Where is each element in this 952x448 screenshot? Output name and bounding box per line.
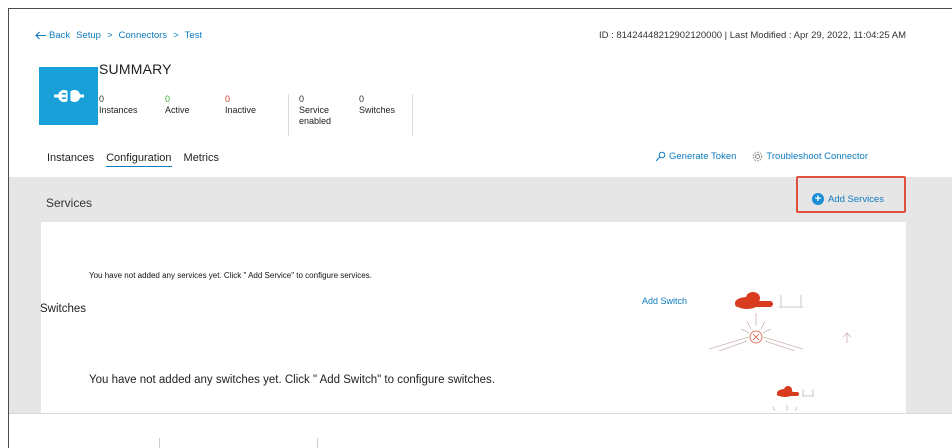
back-label: Back [49, 30, 71, 41]
breadcrumb-connectors[interactable]: Connectors [119, 30, 168, 41]
stat-inactive-label: Inactive [225, 105, 257, 115]
key-icon [655, 151, 666, 162]
cloud-icon [735, 292, 773, 309]
summary-title: SUMMARY [99, 61, 172, 77]
stat-instances-value: 0 [99, 94, 105, 104]
plus-circle-icon: + [812, 193, 824, 205]
stat-switches-value: 0 [359, 94, 365, 104]
switch-icon [802, 389, 814, 397]
stat-service-enabled: 0 Service enabled [289, 94, 349, 136]
stat-active-value: 0 [165, 94, 171, 104]
top-bar: Back Setup > Connectors > Test ID : 8142… [35, 30, 912, 46]
generate-token-link[interactable]: Generate Token [655, 151, 736, 162]
app-window: Back Setup > Connectors > Test ID : 8142… [8, 8, 952, 448]
tab-configuration[interactable]: Configuration [106, 152, 172, 167]
connector-tabs: Instances Configuration Metrics [47, 152, 219, 167]
troubleshoot-connector-link[interactable]: Troubleshoot Connector [752, 151, 868, 162]
stat-inactive: 0 Inactive [225, 94, 289, 136]
stat-switches-label: Switches [359, 105, 396, 115]
stat-instances: 0 Instances [99, 94, 165, 136]
stat-service-label: Service enabled [299, 105, 332, 126]
switch-empty-illustration [772, 386, 814, 412]
tab-actions: Generate Token Troubleshoot Connector [655, 151, 868, 162]
add-services-label: Add Services [828, 193, 884, 205]
generate-token-label: Generate Token [668, 151, 737, 162]
empty-state-illustration [708, 292, 852, 351]
cloud-icon [777, 386, 799, 397]
services-empty-message: You have not added any services yet. Cli… [89, 271, 372, 280]
connection-lines [772, 405, 798, 412]
bottom-divider [317, 438, 318, 448]
breadcrumb-setup[interactable]: Setup [76, 30, 101, 41]
connection-lines [708, 313, 852, 351]
stat-active: 0 Active [165, 94, 225, 136]
connector-logo [39, 67, 98, 125]
breadcrumb-test[interactable]: Test [185, 30, 202, 41]
bottom-bar [9, 413, 952, 448]
back-link[interactable]: Back [35, 30, 70, 41]
stat-active-label: Active [165, 105, 190, 115]
add-services-button[interactable]: + Add Services [812, 193, 884, 205]
tab-metrics[interactable]: Metrics [184, 152, 219, 167]
breadcrumb-separator: > [173, 30, 179, 41]
gear-icon [753, 151, 763, 162]
breadcrumb: Back Setup > Connectors > Test [35, 30, 202, 41]
connector-meta: ID : 81424448212902120000 | Last Modifie… [598, 30, 906, 41]
breadcrumb-separator: > [106, 30, 113, 41]
arrow-left-icon [35, 31, 46, 40]
services-heading: Services [46, 196, 93, 210]
stat-inactive-value: 0 [225, 94, 231, 104]
summary-stats: 0 Instances 0 Active 0 Inactive 0 Servic… [99, 94, 413, 136]
bottom-divider [159, 438, 160, 448]
connector-plug-icon [53, 89, 84, 103]
troubleshoot-label: Troubleshoot Connector [766, 151, 868, 162]
stat-switches: 0 Switches [349, 94, 413, 136]
stat-service-value: 0 [299, 94, 305, 104]
switches-heading: Switches [40, 303, 87, 315]
switches-empty-message: You have not added any switches yet. Cli… [89, 374, 495, 386]
stat-instances-label: Instances [99, 105, 138, 115]
tab-instances[interactable]: Instances [47, 152, 94, 167]
switch-icon [779, 295, 803, 308]
